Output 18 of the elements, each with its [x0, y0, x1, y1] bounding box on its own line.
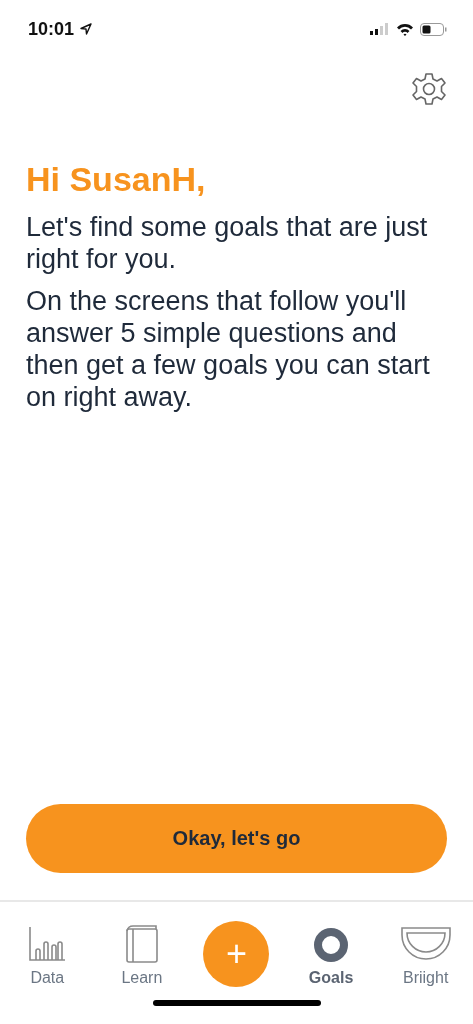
status-time: 10:01 — [28, 18, 75, 40]
location-arrow-icon — [80, 23, 93, 35]
intro-paragraph: On the screens that follow you'll answer 5 simple questions and then get a few goals you can start on right away. — [26, 285, 431, 413]
tab-item[interactable]: Learn — [94, 917, 190, 987]
tab-item[interactable]: Data — [0, 917, 95, 987]
book-icon — [124, 925, 159, 963]
start-button[interactable]: Okay, let's go — [26, 804, 447, 873]
tab-item[interactable]: Goals — [283, 917, 379, 987]
battery-icon — [420, 22, 447, 36]
target-icon — [313, 927, 350, 963]
wifi-icon — [396, 22, 414, 36]
greeting-heading: Hi SusanH, — [26, 160, 207, 199]
bowl-icon — [400, 927, 451, 963]
settings-icon[interactable] — [412, 72, 446, 106]
bar-chart-icon — [28, 925, 67, 963]
intro-paragraph: Let's find some goals that are just right for you. — [26, 211, 429, 275]
tab-item[interactable]: Briight — [378, 917, 473, 987]
signal-icon — [370, 23, 390, 35]
